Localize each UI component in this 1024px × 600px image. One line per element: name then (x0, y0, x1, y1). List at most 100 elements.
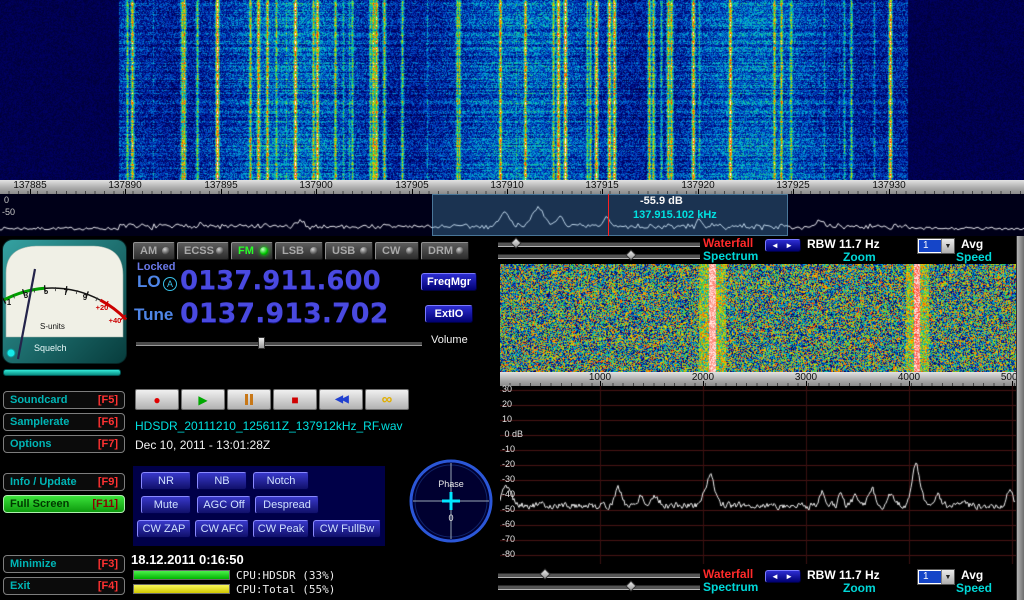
display-controls-top: Waterfall Spectrum ◄ ► RBW 11.7 Hz Zoom … (0, 236, 1024, 264)
dropdown-arrow-icon[interactable]: ▼ (941, 570, 954, 584)
spectrum-gain-slider[interactable] (498, 585, 700, 590)
squelch-slider[interactable] (3, 369, 121, 376)
pause-icon (245, 394, 253, 405)
spectrum-label[interactable]: Spectrum (703, 249, 758, 263)
display-controls-bottom: Waterfall Spectrum ◄ ► RBW 11.7 Hz Zoom … (0, 567, 1024, 595)
scale-tick: 137910 (487, 180, 527, 194)
s-meter-pivot (7, 349, 15, 357)
db-tick: -10 (502, 444, 515, 454)
scale-tick: 4000 (889, 372, 929, 386)
pan-arrows-button[interactable]: ◄ ► (765, 570, 801, 583)
waterfall-label[interactable]: Waterfall (703, 236, 753, 250)
play-button[interactable]: ▶ (181, 389, 225, 410)
rewind-icon: ◀◀ (335, 394, 346, 405)
tune-frequency-display[interactable]: 0137.913.702 (180, 298, 388, 329)
stop-icon: ■ (291, 393, 298, 407)
agc-off-button[interactable]: AGC Off (197, 496, 251, 514)
scale-tick: 3000 (786, 372, 826, 386)
db-tick: -40 (502, 489, 515, 499)
notch-button[interactable]: Notch (253, 472, 309, 490)
scale-tick: 137930 (869, 180, 909, 194)
db-tick: -20 (502, 459, 515, 469)
cw-fullbw-button[interactable]: CW FullBw (313, 520, 381, 538)
record-button[interactable]: ● (135, 389, 179, 410)
nb-button[interactable]: NB (197, 472, 247, 490)
scale-tick: 137900 (296, 180, 336, 194)
options-button[interactable]: Options[F7] (3, 435, 125, 453)
phase-scope: Phase 0 (408, 458, 494, 544)
db-tick: -80 (502, 549, 515, 559)
hdsdr-window: 137885 137890 137895 137900 137905 13791… (0, 0, 1024, 600)
pause-button[interactable] (227, 389, 271, 410)
cw-peak-button[interactable]: CW Peak (253, 520, 309, 538)
scale-tick: 137895 (201, 180, 241, 194)
svg-text:3: 3 (24, 291, 29, 300)
zoom-label: Zoom (843, 250, 876, 264)
squelch-label: Squelch (34, 343, 67, 353)
volume-slider[interactable] (136, 342, 422, 346)
play-icon: ▶ (198, 393, 207, 407)
phase-value: 0 (448, 513, 453, 523)
scale-tick: 137885 (10, 180, 50, 194)
waterfall-contrast-slider[interactable] (498, 573, 700, 578)
loop-button[interactable]: ∞ (365, 389, 409, 410)
dropdown-arrow-icon[interactable]: ▼ (941, 239, 954, 253)
scale-tick: 137915 (582, 180, 622, 194)
spectrum-label[interactable]: Spectrum (703, 580, 758, 594)
nr-button[interactable]: NR (141, 472, 191, 490)
speed-label: Speed (956, 581, 992, 595)
svg-text:7: 7 (64, 288, 69, 297)
recording-timestamp: Dec 10, 2011 - 13:01:28Z (135, 438, 270, 452)
frequency-scale[interactable]: 137885 137890 137895 137900 137905 13791… (0, 180, 1024, 195)
avg-dropdown[interactable]: 1 ▼ (917, 569, 955, 585)
tune-marker-line (608, 194, 609, 236)
rbw-readout: RBW 11.7 Hz (807, 568, 880, 582)
avg-label: Avg (961, 237, 983, 251)
mute-button[interactable]: Mute (141, 496, 191, 514)
svg-text:9: 9 (83, 293, 88, 302)
full-screen-button[interactable]: Full Screen[F11] (3, 495, 125, 513)
stop-button[interactable]: ■ (273, 389, 317, 410)
cw-afc-button[interactable]: CW AFC (195, 520, 249, 538)
phase-label: Phase (438, 479, 464, 489)
avg-label: Avg (961, 568, 983, 582)
svg-text:5: 5 (44, 287, 49, 296)
db-tick: -70 (502, 534, 515, 544)
preview-spectrum[interactable]: 0 -50 -55.9 dB 137.915.102 kHz (0, 194, 1024, 236)
recording-filename: HDSDR_20111210_125611Z_137912kHz_RF.wav (135, 419, 403, 433)
volume-label: Volume (431, 334, 468, 346)
strip-axis-label: 0 (4, 195, 9, 205)
scale-tick: 1000 (580, 372, 620, 386)
scale-tick: 5000 (992, 372, 1016, 386)
audio-waterfall-display[interactable] (500, 264, 1016, 372)
info-update-button[interactable]: Info / Update[F9] (3, 473, 125, 491)
main-waterfall-display[interactable] (0, 0, 1024, 180)
scale-tick: 137925 (773, 180, 813, 194)
svg-text:+40: +40 (109, 316, 122, 325)
zoom-band-highlight[interactable] (432, 194, 788, 236)
waterfall-contrast-slider[interactable] (498, 242, 700, 247)
pan-arrows-icon: ◄ ► (771, 572, 795, 581)
soundcard-button[interactable]: Soundcard[F5] (3, 391, 125, 409)
lo-frequency-display[interactable]: 0137.911.600 (180, 266, 381, 296)
samplerate-button[interactable]: Samplerate[F6] (3, 413, 125, 431)
extio-button[interactable]: ExtIO (425, 305, 473, 323)
audio-frequency-scale[interactable]: 1000 2000 3000 4000 5000 (500, 372, 1016, 387)
db-tick: 20 (502, 399, 512, 409)
cw-zap-button[interactable]: CW ZAP (137, 520, 191, 538)
avg-dropdown[interactable]: 1 ▼ (917, 238, 955, 254)
s-units-label: S-units (40, 322, 65, 331)
rewind-button[interactable]: ◀◀ (319, 389, 363, 410)
freqmgr-button[interactable]: FreqMgr (421, 273, 477, 291)
pan-arrows-button[interactable]: ◄ ► (765, 239, 801, 252)
despread-button[interactable]: Despread (255, 496, 319, 514)
record-icon: ● (153, 393, 160, 407)
lo-lock-badge[interactable]: A (163, 277, 177, 291)
scale-tick: 2000 (683, 372, 723, 386)
volume-slider-thumb[interactable] (258, 337, 265, 349)
audio-spectrum-display[interactable] (500, 386, 1016, 564)
right-scrollbar[interactable] (1016, 236, 1024, 600)
spectrum-gain-slider[interactable] (498, 254, 700, 259)
waterfall-label[interactable]: Waterfall (703, 567, 753, 581)
svg-text:1: 1 (7, 298, 12, 307)
